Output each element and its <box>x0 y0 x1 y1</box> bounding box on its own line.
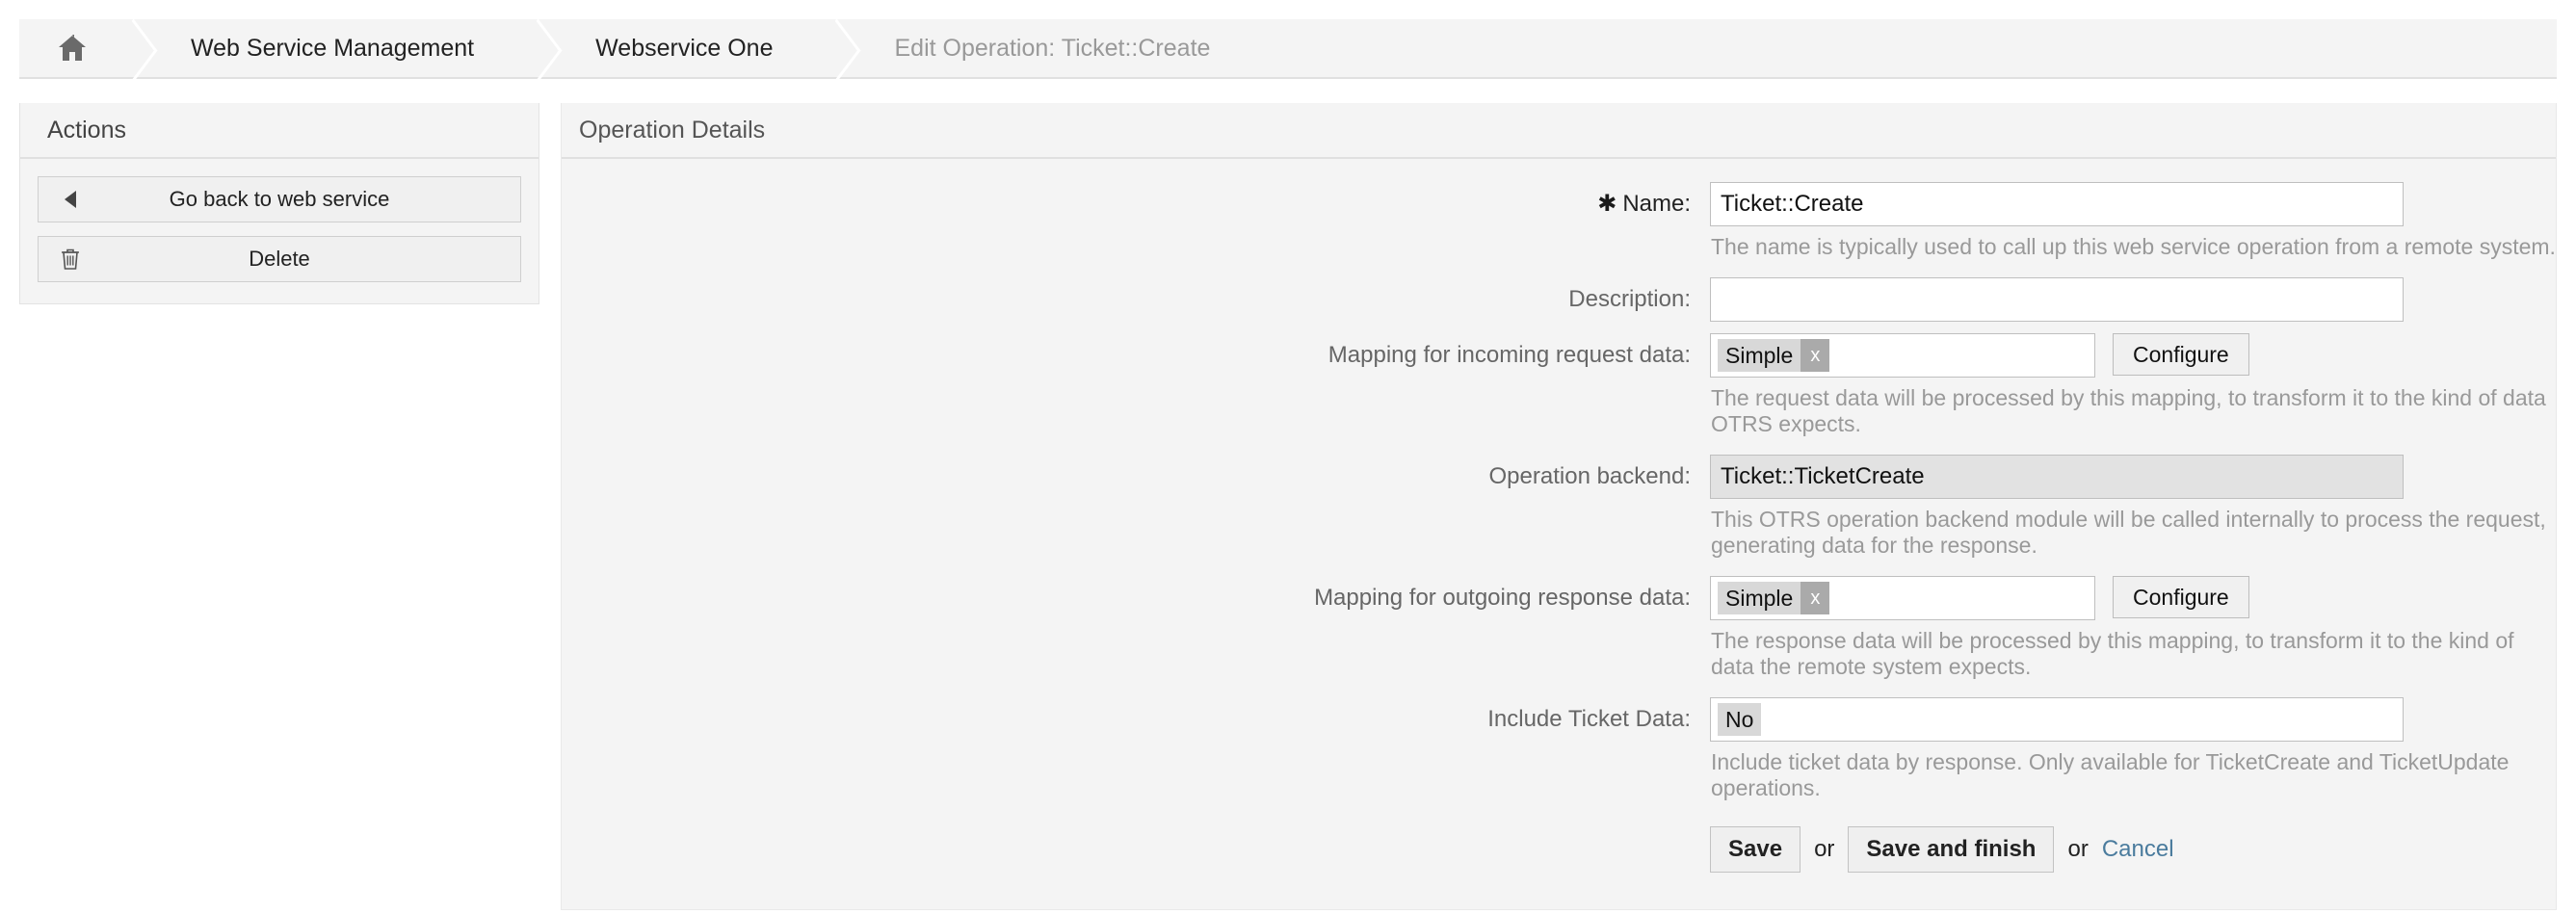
field-row-name: ✱Name: <box>562 182 2556 226</box>
operation-details-title: Operation Details <box>562 103 2556 159</box>
mapping-outgoing-hint-row: The response data will be processed by t… <box>562 622 2556 680</box>
configure-incoming-button[interactable]: Configure <box>2113 333 2249 376</box>
breadcrumb-item-webservice-one[interactable]: Webservice One <box>551 19 815 77</box>
breadcrumb-separator-icon <box>516 19 551 77</box>
name-label-text: Name: <box>1622 191 1691 217</box>
description-label: Description: <box>562 277 1710 322</box>
go-back-to-web-service-button[interactable]: Go back to web service <box>38 176 521 222</box>
operation-details-panel: Operation Details ✱Name: The name is typ… <box>561 103 2557 910</box>
save-button[interactable]: Save <box>1710 826 1801 873</box>
mapping-incoming-label: Mapping for incoming request data: <box>562 333 1710 378</box>
hint-spacer <box>562 379 1710 437</box>
mapping-incoming-control: Simple x Configure <box>1710 333 2556 378</box>
field-row-description: Description: <box>562 277 2556 322</box>
mapping-outgoing-control: Simple x Configure <box>1710 576 2556 620</box>
operation-backend-hint: This OTRS operation backend module will … <box>1710 501 2556 559</box>
hint-spacer <box>562 622 1710 680</box>
mapping-incoming-select[interactable]: Simple x <box>1710 333 2095 378</box>
delete-label: Delete <box>87 247 505 272</box>
go-back-label: Go back to web service <box>87 187 505 212</box>
or-separator-1: or <box>1814 836 1834 863</box>
mapping-incoming-hint: The request data will be processed by th… <box>1710 379 2556 437</box>
trash-icon <box>54 248 87 271</box>
mapping-incoming-hint-row: The request data will be processed by th… <box>562 379 2556 437</box>
token-label: No <box>1718 703 1761 736</box>
include-ticket-data-select[interactable]: No <box>1710 697 2404 742</box>
operation-backend-label: Operation backend: <box>562 455 1710 499</box>
breadcrumb-item-web-service-management[interactable]: Web Service Management <box>146 19 516 77</box>
configure-outgoing-button[interactable]: Configure <box>2113 576 2249 618</box>
back-arrow-icon <box>54 190 87 209</box>
breadcrumb-separator-icon <box>815 19 850 77</box>
name-control <box>1710 182 2556 226</box>
actions-title: Actions <box>20 103 539 159</box>
mapping-outgoing-label: Mapping for outgoing response data: <box>562 576 1710 620</box>
mapping-outgoing-select[interactable]: Simple x <box>1710 576 2095 620</box>
token-simple: Simple x <box>1718 339 1829 372</box>
field-row-include-ticket-data: Include Ticket Data: No <box>562 697 2556 742</box>
cancel-link[interactable]: Cancel <box>2102 836 2174 863</box>
include-ticket-data-label: Include Ticket Data: <box>562 697 1710 742</box>
field-row-mapping-incoming: Mapping for incoming request data: Simpl… <box>562 333 2556 378</box>
include-ticket-data-hint-row: Include ticket data by response. Only av… <box>562 744 2556 801</box>
actions-sidebar: Actions Go back to web service Delete <box>19 103 539 304</box>
breadcrumb: Web Service Management Webservice One Ed… <box>19 19 2557 79</box>
token-label: Simple <box>1718 339 1801 372</box>
operation-details-form: ✱Name: The name is typically used to cal… <box>562 159 2556 909</box>
token-simple: Simple x <box>1718 582 1829 614</box>
token-label: Simple <box>1718 582 1801 614</box>
description-input[interactable] <box>1710 277 2404 322</box>
home-icon <box>58 35 87 62</box>
breadcrumb-item-edit-operation: Edit Operation: Ticket::Create <box>850 19 1252 77</box>
operation-backend-control <box>1710 455 2556 499</box>
mapping-outgoing-hint: The response data will be processed by t… <box>1710 622 2556 680</box>
name-hint: The name is typically used to call up th… <box>1710 228 2556 260</box>
name-hint-row: The name is typically used to call up th… <box>562 228 2556 260</box>
token-remove-icon[interactable]: x <box>1801 339 1829 372</box>
required-asterisk-icon: ✱ <box>1597 191 1617 217</box>
submit-buttons: Save or Save and finish or Cancel <box>1710 826 2174 873</box>
actions-list: Go back to web service Delete <box>20 159 539 303</box>
include-ticket-data-control: No <box>1710 697 2556 742</box>
hint-spacer <box>562 324 1710 329</box>
hint-spacer <box>562 228 1710 260</box>
description-hint <box>1710 324 2556 329</box>
save-and-finish-button[interactable]: Save and finish <box>1848 826 2054 873</box>
delete-button[interactable]: Delete <box>38 236 521 282</box>
breadcrumb-label: Edit Operation: Ticket::Create <box>894 35 1210 63</box>
hint-spacer <box>562 501 1710 559</box>
field-row-mapping-outgoing: Mapping for outgoing response data: Simp… <box>562 576 2556 620</box>
or-separator-2: or <box>2067 836 2088 863</box>
name-label: ✱Name: <box>562 182 1710 226</box>
operation-backend-hint-row: This OTRS operation backend module will … <box>562 501 2556 559</box>
field-row-operation-backend: Operation backend: <box>562 455 2556 499</box>
description-hint-row <box>562 324 2556 329</box>
breadcrumb-label: Webservice One <box>595 35 773 63</box>
token-no: No <box>1718 703 1761 736</box>
breadcrumb-home[interactable] <box>19 19 112 77</box>
submit-row: Save or Save and finish or Cancel <box>562 826 2556 873</box>
name-input[interactable] <box>1710 182 2404 226</box>
include-ticket-data-hint: Include ticket data by response. Only av… <box>1710 744 2556 801</box>
operation-backend-input <box>1710 455 2404 499</box>
token-remove-icon[interactable]: x <box>1801 582 1829 614</box>
page-body: Actions Go back to web service Delete <box>0 79 2576 910</box>
breadcrumb-label: Web Service Management <box>191 35 474 63</box>
breadcrumb-wrapper: Web Service Management Webservice One Ed… <box>0 0 2576 79</box>
breadcrumb-separator-icon <box>112 19 146 77</box>
hint-spacer <box>562 744 1710 801</box>
description-control <box>1710 277 2556 322</box>
